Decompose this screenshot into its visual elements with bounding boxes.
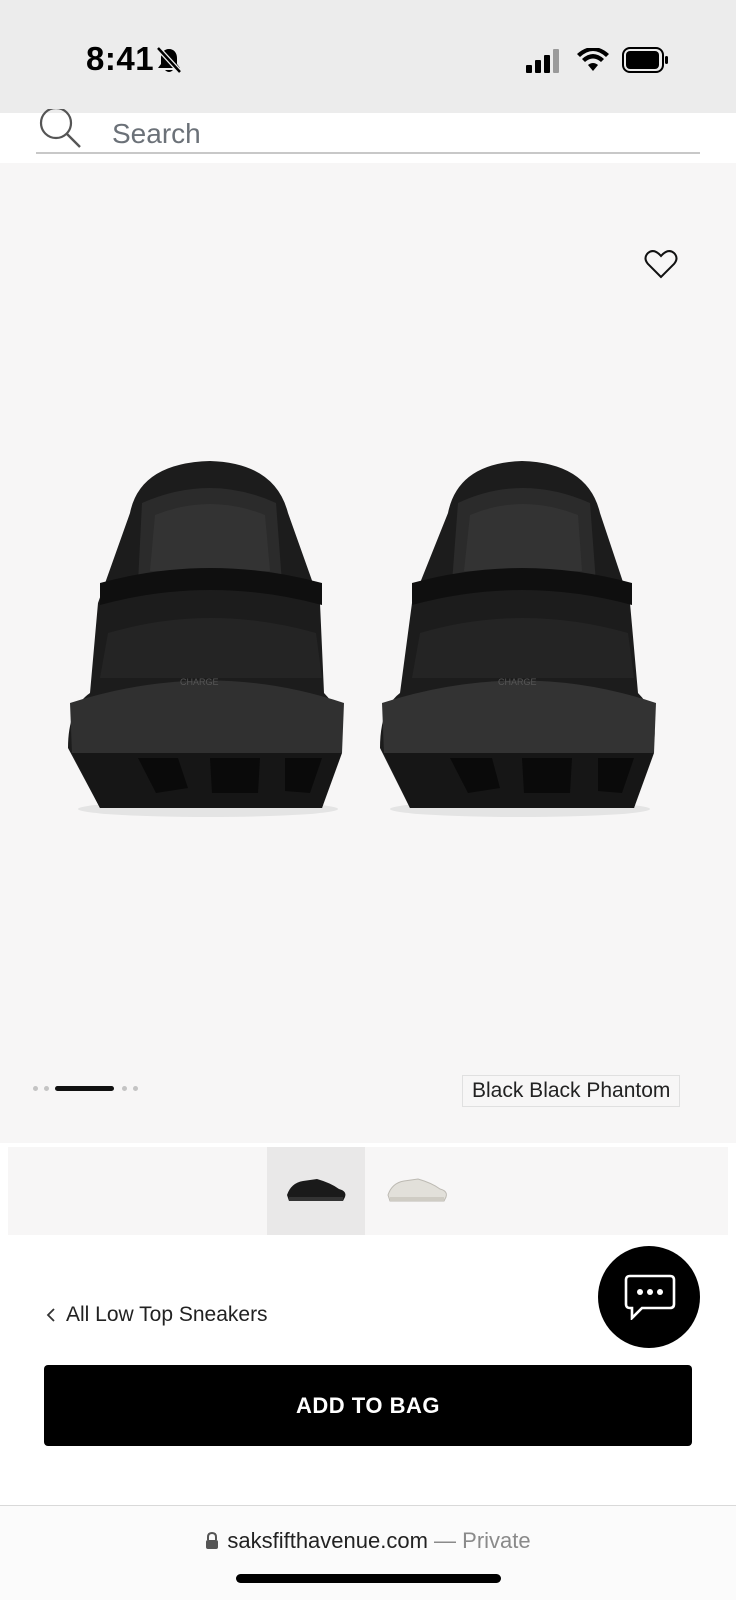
right-shoe-illustration: CHARGE xyxy=(380,461,656,817)
image-pagination[interactable] xyxy=(33,1085,144,1091)
pagination-dot-active[interactable] xyxy=(55,1085,114,1091)
add-to-bag-button[interactable]: ADD TO BAG xyxy=(44,1365,692,1446)
status-time: 8:41 xyxy=(86,40,155,77)
pagination-dot[interactable] xyxy=(44,1085,49,1091)
url-domain: saksfifthavenue.com xyxy=(227,1528,428,1553)
heart-icon[interactable] xyxy=(644,249,678,279)
svg-text:CHARGE: CHARGE xyxy=(498,677,537,687)
search-bar xyxy=(0,109,736,163)
breadcrumb-label: All Low Top Sneakers xyxy=(66,1303,268,1326)
search-icon[interactable] xyxy=(36,109,84,153)
search-input[interactable] xyxy=(112,117,672,151)
browser-address-bar[interactable]: saksfifthavenue.com — Private xyxy=(0,1505,736,1600)
wifi-icon xyxy=(577,48,609,71)
pagination-dot[interactable] xyxy=(33,1085,38,1091)
signal-icon xyxy=(526,49,559,73)
product-image-gallery[interactable]: CHARGE CHARGE Black Black Phantom xyxy=(0,163,736,1143)
chat-button[interactable] xyxy=(598,1246,700,1348)
url-row[interactable]: saksfifthavenue.com — Private xyxy=(0,1528,736,1554)
color-swatch-strip xyxy=(8,1147,728,1235)
chat-icon xyxy=(624,1274,676,1320)
black-shoe-thumbnail xyxy=(287,1179,346,1201)
product-image: CHARGE CHARGE xyxy=(68,461,656,817)
pagination-dot[interactable] xyxy=(122,1085,127,1091)
color-name-label: Black Black Phantom xyxy=(462,1075,681,1107)
swatch-white[interactable] xyxy=(368,1147,466,1235)
white-shoe-thumbnail xyxy=(387,1178,447,1202)
pagination-dot[interactable] xyxy=(133,1085,138,1091)
left-shoe-illustration: CHARGE xyxy=(68,461,344,817)
search-underline xyxy=(36,152,700,154)
bell-slash-icon xyxy=(156,46,182,74)
chevron-left-icon xyxy=(46,1308,55,1322)
battery-icon xyxy=(622,47,668,73)
private-mode-label: — Private xyxy=(434,1528,531,1553)
lock-icon xyxy=(206,1532,219,1549)
status-bar: 8:41 xyxy=(0,0,736,113)
swatch-black[interactable] xyxy=(267,1147,365,1235)
breadcrumb-back-link[interactable]: All Low Top Sneakers xyxy=(46,1303,268,1327)
svg-text:CHARGE: CHARGE xyxy=(180,677,219,687)
home-indicator[interactable] xyxy=(236,1574,501,1583)
